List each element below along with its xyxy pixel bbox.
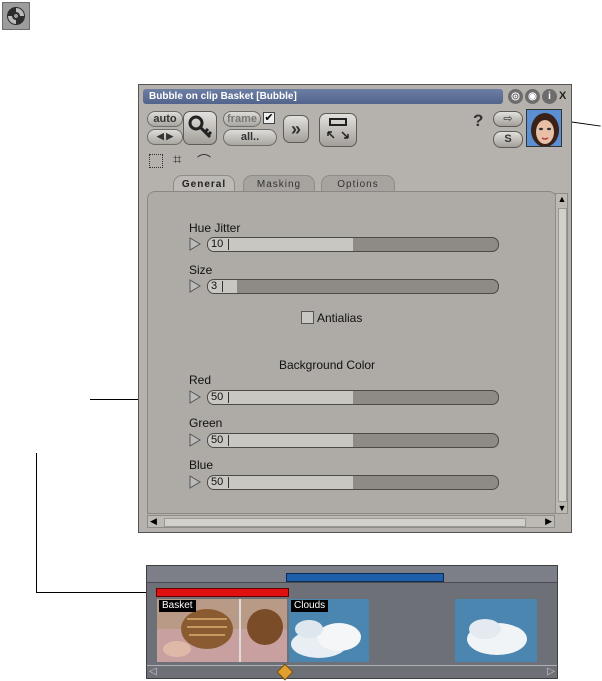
avatar-image	[527, 110, 561, 146]
scroll-thumb[interactable]	[164, 518, 526, 527]
frame-button[interactable]: frame	[223, 111, 261, 127]
clouds-thumbnail	[455, 599, 537, 662]
antialias-checkbox[interactable]	[301, 311, 314, 324]
slider-cursor	[228, 239, 229, 250]
slider-fill	[208, 434, 353, 447]
app-icon[interactable]	[2, 2, 30, 30]
cs-button[interactable]: S	[493, 131, 523, 148]
close-button[interactable]: X	[559, 89, 571, 104]
slider-fill	[208, 476, 353, 489]
slider-cursor	[228, 392, 229, 403]
green-slider[interactable]: 50	[207, 433, 499, 448]
curve-icon[interactable]: ⌒	[197, 151, 211, 171]
callout-line-timeline-v	[36, 453, 37, 592]
scroll-up-icon[interactable]: ▲	[557, 194, 567, 204]
marquee-icon[interactable]	[149, 154, 163, 168]
swirl-small-icon[interactable]: ◉	[525, 89, 540, 104]
scroll-down-icon[interactable]: ▼	[557, 503, 567, 513]
work-area-bar[interactable]	[286, 573, 444, 582]
help-button[interactable]: ?	[473, 111, 489, 130]
playhead[interactable]	[276, 663, 294, 681]
background-color-heading: Background Color	[279, 358, 376, 372]
slider-fill	[208, 391, 353, 404]
timeline-start-marker[interactable]: ◁	[149, 666, 157, 677]
size-label: Size	[189, 263, 213, 277]
timeline-end-marker[interactable]: ▷	[547, 666, 555, 677]
forward-button[interactable]: »	[283, 115, 309, 143]
play-icon[interactable]	[189, 279, 201, 293]
callout-line-timeline-h	[36, 592, 156, 593]
clip-label-basket: Basket	[159, 600, 196, 612]
red-value: 50	[211, 391, 224, 403]
hue-jitter-label: Hue Jitter	[189, 221, 241, 235]
blue-label: Blue	[189, 458, 214, 472]
scroll-thumb[interactable]	[558, 208, 567, 502]
red-label: Red	[189, 373, 212, 387]
clip-label-clouds: Clouds	[291, 600, 329, 612]
nav-arrows-button[interactable]: ◀ ▶	[147, 129, 183, 145]
slider-cursor	[228, 435, 229, 446]
size-slider[interactable]: 3	[207, 279, 499, 294]
play-icon[interactable]	[189, 475, 201, 489]
clip-clouds-end[interactable]	[455, 599, 537, 662]
play-icon[interactable]	[189, 390, 201, 404]
slider-fill	[208, 238, 353, 251]
timeline: Basket Clouds ◁ ▷	[146, 565, 558, 681]
preview-icon[interactable]: ◎	[508, 89, 523, 104]
window-title: Bubble on clip Basket [Bubble]	[143, 89, 503, 104]
auto-button[interactable]: auto	[147, 111, 183, 127]
info-icon[interactable]: i	[542, 89, 557, 104]
slider-cursor	[222, 281, 223, 292]
fit-button[interactable]	[319, 113, 357, 147]
effect-range-bar[interactable]	[156, 588, 289, 597]
horizontal-scrollbar[interactable]: ◀ ▶	[147, 515, 555, 528]
green-label: Green	[189, 416, 223, 430]
hue-jitter-slider[interactable]: 10	[207, 237, 499, 252]
vertical-scrollbar[interactable]: ▲ ▼	[555, 193, 568, 514]
timeline-divider	[147, 665, 557, 666]
play-icon[interactable]	[189, 237, 201, 251]
size-value: 3	[211, 280, 218, 292]
scroll-left-icon[interactable]: ◀	[150, 516, 157, 527]
red-slider[interactable]: 50	[207, 390, 499, 405]
blue-slider[interactable]: 50	[207, 475, 499, 490]
export-button[interactable]: ⇨	[493, 111, 523, 127]
frame-checkbox[interactable]: ✔	[263, 112, 275, 124]
hue-jitter-value: 10	[211, 238, 224, 250]
blue-value: 50	[211, 476, 224, 488]
swirl-icon	[7, 7, 25, 25]
plugin-window: Bubble on clip Basket [Bubble] ◎ ◉ i X a…	[138, 84, 572, 533]
all-button[interactable]: all..	[223, 129, 277, 146]
scroll-right-icon[interactable]: ▶	[545, 516, 552, 527]
key-button[interactable]	[183, 111, 217, 145]
play-icon[interactable]	[189, 433, 201, 447]
resize-icon	[327, 118, 349, 139]
avatar[interactable]	[526, 109, 562, 147]
slider-cursor	[228, 477, 229, 488]
green-value: 50	[211, 434, 224, 446]
crop-icon[interactable]: ⌗	[173, 151, 181, 168]
key-icon	[188, 115, 213, 139]
antialias-label: Antialias	[317, 311, 363, 325]
